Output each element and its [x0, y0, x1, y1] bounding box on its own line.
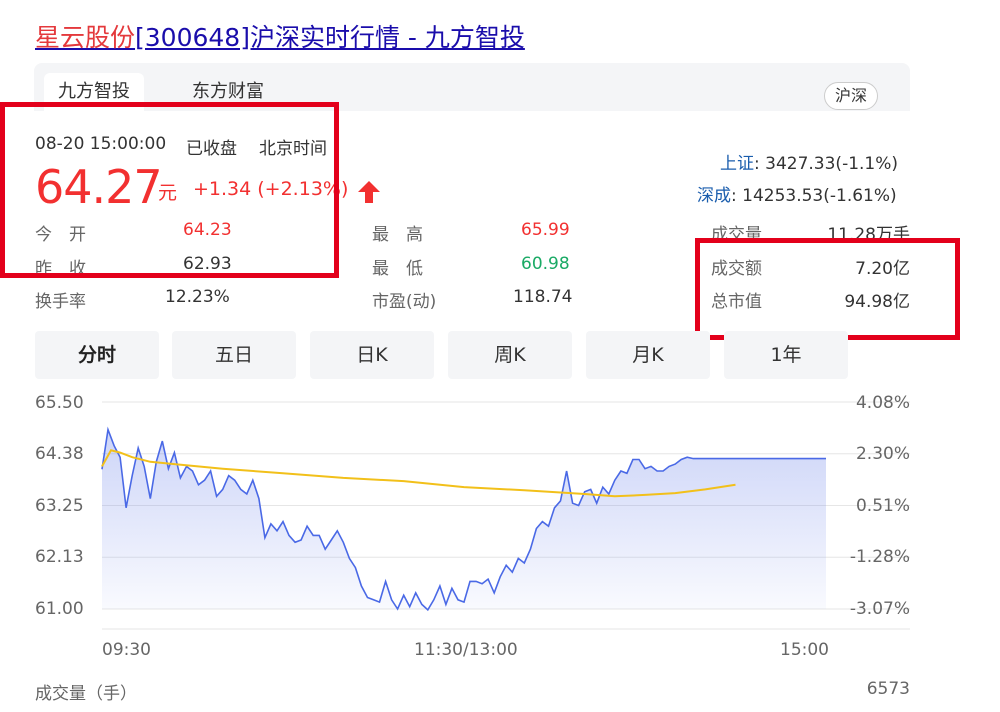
y-tick-left: 65.50 [35, 393, 84, 413]
y-tick-left: 64.38 [35, 444, 84, 464]
volume-footer-label: 成交量（手） [35, 684, 137, 704]
y-tick-right: 2.30% [855, 444, 910, 464]
price-area [102, 429, 826, 610]
y-tick-left: 61.00 [35, 599, 84, 619]
y-tick-left: 62.13 [35, 547, 84, 567]
y-tick-left: 63.25 [35, 496, 84, 516]
x-tick: 15:00 [780, 640, 829, 660]
y-tick-right: -3.07% [849, 599, 910, 619]
y-tick-right: -1.28% [849, 547, 910, 567]
volume-footer-value: 6573 [866, 679, 910, 699]
x-tick: 09:30 [102, 640, 151, 660]
y-tick-right: 4.08% [855, 393, 910, 413]
y-tick-right: 0.51% [855, 496, 910, 516]
x-tick: 11:30/13:00 [414, 640, 518, 660]
